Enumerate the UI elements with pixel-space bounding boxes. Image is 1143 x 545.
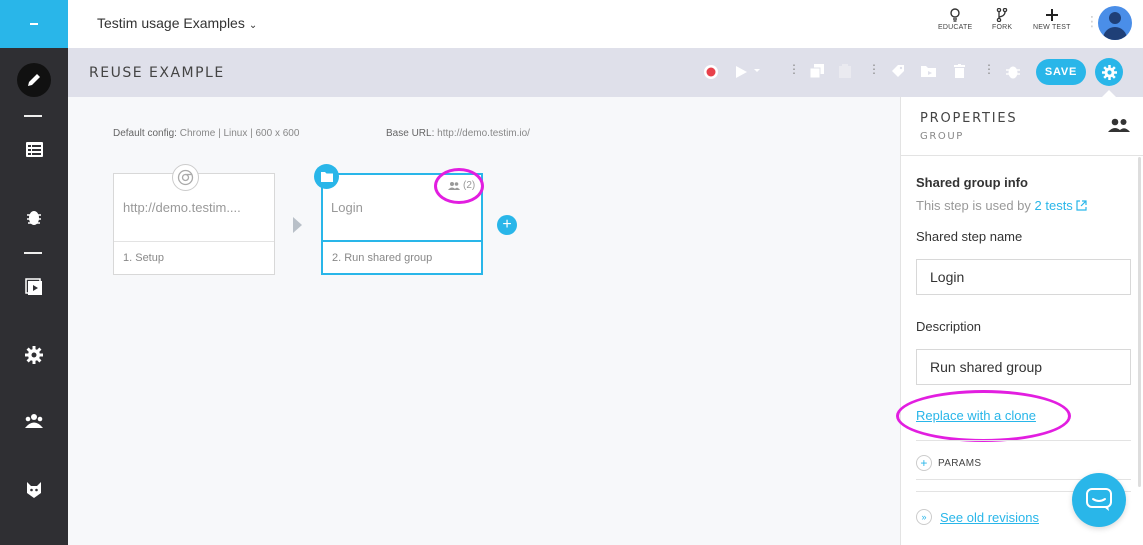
fork-button[interactable]: FORK	[992, 8, 1012, 31]
default-config[interactable]: Default config: Chrome | Linux | 600 x 6…	[113, 128, 299, 139]
new-test-button[interactable]: NEW TEST	[1033, 8, 1071, 31]
chevron-down-icon: ⌄	[248, 20, 258, 31]
sidebar-item-runs[interactable]	[0, 278, 68, 296]
see-old-revisions-link[interactable]: » See old revisions	[916, 509, 1039, 525]
chrome-icon	[172, 164, 199, 191]
sidebar-item-bugs[interactable]	[0, 208, 68, 226]
video-icon	[25, 278, 42, 295]
sidebar-item-team[interactable]	[0, 413, 68, 429]
copy-icon	[810, 64, 824, 78]
params-toggle[interactable]: + PARAMS	[916, 455, 981, 471]
folder-move-icon	[921, 66, 936, 77]
avatar[interactable]	[1098, 6, 1132, 40]
sidebar-item-logo[interactable]	[0, 481, 68, 499]
test-canvas: Default config: Chrome | Linux | 600 x 6…	[68, 97, 900, 545]
fork-icon	[996, 8, 1008, 22]
bug-icon	[27, 211, 41, 225]
chat-support-button[interactable]	[1072, 473, 1126, 527]
list-icon	[25, 142, 43, 157]
toolbar-separator: ⋮	[983, 62, 995, 76]
sidebar-item-tests[interactable]	[0, 142, 68, 157]
project-title: Testim usage Examples	[97, 15, 245, 31]
scrollbar[interactable]	[1138, 157, 1141, 487]
lightbulb-icon	[950, 8, 960, 22]
settings-icon	[25, 346, 43, 364]
team-icon	[25, 414, 43, 428]
chat-icon	[1086, 488, 1112, 511]
copy-button[interactable]	[810, 64, 824, 78]
debug-button[interactable]	[1006, 64, 1020, 79]
used-by-text: This step is used by 2 tests	[916, 198, 1088, 213]
sidebar-item-settings[interactable]	[0, 346, 68, 364]
step-card-setup[interactable]: http://demo.testim.... 1. Setup	[113, 173, 275, 275]
used-by-link[interactable]: 2 tests	[1035, 198, 1073, 213]
paste-icon	[839, 64, 851, 78]
plus-icon	[1045, 9, 1058, 21]
annotation-highlight	[896, 390, 1071, 442]
tag-icon	[892, 65, 904, 77]
step-arrow-icon	[293, 217, 302, 233]
sidebar-item-editor[interactable]	[0, 63, 68, 97]
delete-button[interactable]	[953, 64, 966, 78]
edit-icon	[17, 63, 51, 97]
properties-toggle-button[interactable]	[1095, 58, 1123, 86]
shared-name-field[interactable]: Login	[916, 259, 1131, 295]
play-icon	[736, 66, 760, 78]
tag-button[interactable]	[891, 64, 905, 78]
more-menu-icon[interactable]: ⋮	[1085, 14, 1099, 28]
base-url[interactable]: Base URL: http://demo.testim.io/	[386, 128, 530, 139]
step-title: http://demo.testim....	[123, 200, 241, 215]
add-step-button[interactable]: +	[497, 215, 517, 235]
panel-subtitle: GROUP	[920, 131, 964, 142]
shared-name-label: Shared step name	[916, 229, 1023, 244]
record-icon	[704, 65, 718, 79]
step-footer: 1. Setup	[114, 241, 274, 274]
paste-button[interactable]	[839, 64, 851, 78]
shared-info-header: Shared group info	[916, 175, 1028, 190]
toolbar-separator: ⋮	[868, 62, 880, 76]
description-field[interactable]: Run shared group	[916, 349, 1131, 385]
move-to-folder-button[interactable]	[921, 64, 937, 78]
shared-group-icon	[1108, 118, 1130, 137]
annotation-highlight	[434, 168, 484, 204]
project-selector[interactable]: Testim usage Examples ⌄	[97, 15, 257, 31]
gear-icon	[1101, 64, 1117, 80]
left-sidebar	[0, 0, 68, 545]
trash-icon	[954, 64, 965, 78]
step-footer: 2. Run shared group	[323, 240, 481, 273]
plus-icon: +	[916, 455, 932, 471]
external-link-icon[interactable]	[1076, 200, 1088, 211]
sidebar-collapse-button[interactable]	[0, 0, 68, 48]
toolbar-separator: ⋮	[788, 62, 800, 76]
panel-title: PROPERTIES	[920, 111, 1018, 126]
panel-pointer	[1102, 90, 1116, 97]
test-toolbar: REUSE EXAMPLE ⋮ ⋮ ⋮ SAVE	[68, 48, 1143, 97]
bug-icon	[1006, 66, 1020, 79]
description-label: Description	[916, 319, 982, 334]
folder-icon	[314, 164, 339, 189]
top-bar: Testim usage Examples ⌄ EDUCATE FORK NEW …	[68, 0, 1143, 48]
chevron-right-icon: »	[916, 509, 932, 525]
educate-button[interactable]: EDUCATE	[938, 8, 972, 31]
save-button[interactable]: SAVE	[1036, 59, 1086, 85]
record-button[interactable]	[703, 64, 719, 80]
test-name[interactable]: REUSE EXAMPLE	[89, 65, 225, 81]
mask-icon	[27, 482, 41, 498]
play-button[interactable]	[734, 64, 760, 80]
